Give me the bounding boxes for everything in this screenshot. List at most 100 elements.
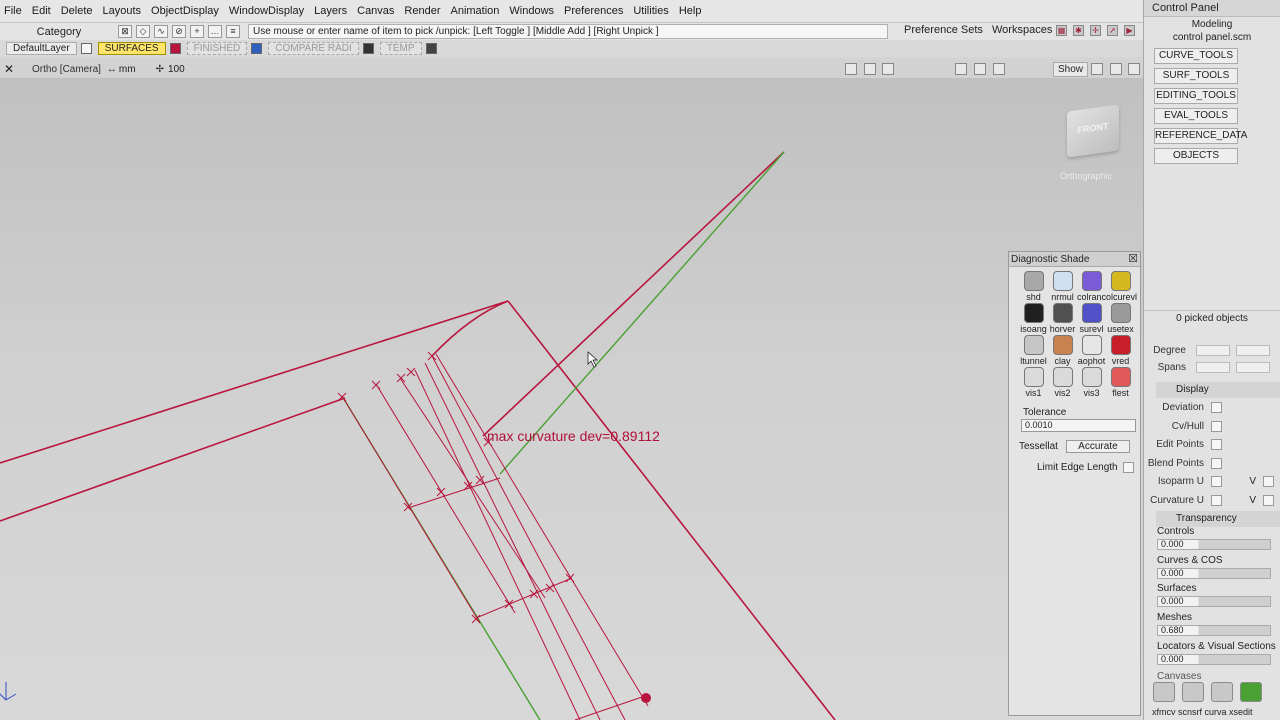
degree-field-v[interactable] [1236, 345, 1270, 356]
flest-shader-icon[interactable] [1110, 367, 1131, 387]
display-checkbox-v[interactable] [1263, 494, 1274, 506]
shader-nrmul[interactable]: nrmul [1048, 271, 1077, 303]
camera-icon[interactable] [845, 63, 857, 75]
shd-shader-icon[interactable] [1023, 271, 1044, 291]
transparency-slider[interactable]: 0.000 [1157, 596, 1271, 608]
transparency-section[interactable]: Transparency [1156, 511, 1280, 527]
workspaces-button[interactable]: Workspaces [992, 24, 1052, 36]
shelf-surf-tools[interactable]: SURF_TOOLS [1154, 68, 1238, 84]
menu-windowdisplay[interactable]: WindowDisplay [229, 5, 304, 17]
menu-windows[interactable]: Windows [509, 5, 554, 17]
menu-help[interactable]: Help [679, 5, 702, 17]
layer-finished[interactable]: FINISHED [186, 42, 248, 55]
xsedit-icon[interactable] [1240, 682, 1262, 702]
shader-vis3[interactable]: vis3 [1077, 367, 1106, 399]
shader-olcurevl[interactable]: olcurevl [1106, 271, 1137, 303]
nrmul-shader-icon[interactable] [1052, 271, 1073, 291]
vis2-shader-icon[interactable] [1052, 367, 1073, 387]
shader-horver[interactable]: horver [1048, 303, 1077, 335]
tip-curve[interactable] [431, 300, 509, 357]
shader-usetex[interactable]: usetex [1106, 303, 1135, 335]
tessellator-dropdown[interactable]: Accurate [1065, 440, 1130, 453]
shelf-editing-tools[interactable]: EDITING_TOOLS [1154, 88, 1238, 104]
diagonal-curve[interactable] [482, 151, 785, 437]
shader-vred[interactable]: vred [1106, 335, 1135, 367]
pick-object-icon[interactable]: ◇ [136, 25, 150, 38]
layer-surfaces[interactable]: SURFACES [97, 42, 166, 55]
pin-icon[interactable]: ➚ [1107, 25, 1118, 36]
layer-default[interactable]: DefaultLayer [6, 42, 77, 55]
menu-render[interactable]: Render [404, 5, 440, 17]
shader-aophot[interactable]: aophot [1077, 335, 1106, 367]
shader-vis1[interactable]: vis1 [1019, 367, 1048, 399]
colranc-shader-icon[interactable] [1081, 271, 1102, 291]
green-curve-upper[interactable] [499, 151, 785, 475]
tolerance-field[interactable]: 0.0010 [1021, 419, 1136, 432]
curve-canvas[interactable] [0, 78, 1143, 720]
aophot-shader-icon[interactable] [1081, 335, 1102, 355]
viewport[interactable]: FRONT Orthographic max curvature dev=0.8… [0, 78, 1143, 720]
menu-layouts[interactable]: Layouts [103, 5, 142, 17]
layer-temp[interactable]: TEMP [379, 42, 422, 55]
close-icon[interactable]: ✕ [4, 62, 14, 76]
shader-ltunnel[interactable]: ltunnel [1019, 335, 1048, 367]
shelf-curve-tools[interactable]: CURVE_TOOLS [1154, 48, 1238, 64]
move-icon[interactable] [993, 63, 1005, 75]
degree-field[interactable] [1196, 345, 1230, 356]
prompt-line[interactable]: Use mouse or enter name of item to pick … [248, 24, 888, 39]
curva-icon[interactable] [1211, 682, 1233, 702]
menu-utilities[interactable]: Utilities [633, 5, 668, 17]
layer-finished-swatch[interactable] [251, 43, 263, 54]
display-checkbox[interactable] [1211, 439, 1222, 450]
close-icon[interactable]: ☒ [1128, 253, 1138, 265]
display-section[interactable]: Display [1156, 382, 1280, 398]
ltunnel-shader-icon[interactable] [1023, 335, 1044, 355]
view-cube[interactable]: FRONT [1067, 104, 1119, 158]
surevl-shader-icon[interactable] [1081, 303, 1102, 323]
shader-surevl[interactable]: surevl [1077, 303, 1106, 335]
layer-default-swatch[interactable] [80, 43, 92, 54]
shelf-reference-data[interactable]: REFERENCE_DATA [1154, 128, 1247, 144]
viewport-title[interactable]: Ortho [Camera] [32, 64, 101, 75]
layer-compare[interactable]: COMPARE RADI [268, 42, 359, 55]
menu-file[interactable]: File [4, 5, 22, 17]
display-checkbox[interactable] [1211, 402, 1222, 413]
category-dropdown[interactable]: Category [0, 26, 118, 38]
transparency-slider[interactable]: 0.000 [1157, 539, 1271, 550]
maximize-icon[interactable] [1128, 63, 1140, 75]
layout-icon[interactable] [1091, 63, 1103, 75]
preference-sets-button[interactable]: Preference Sets [904, 24, 983, 36]
display-checkbox-v[interactable] [1263, 476, 1274, 487]
pick-cv-icon[interactable]: ⊘ [172, 25, 186, 38]
shader-clay[interactable]: clay [1048, 335, 1077, 367]
menu-delete[interactable]: Delete [61, 5, 93, 17]
layer-surfaces-swatch[interactable] [169, 43, 181, 54]
shelf-objects[interactable]: OBJECTS [1154, 148, 1238, 164]
frame-icon[interactable] [864, 63, 876, 75]
look-icon[interactable] [974, 63, 986, 75]
mode-dropdown[interactable]: Modeling [1144, 18, 1280, 31]
layer-temp-swatch[interactable] [425, 43, 437, 54]
transparency-slider[interactable]: 0.000 [1157, 567, 1271, 579]
magnify-icon[interactable] [882, 63, 894, 75]
menu-layers[interactable]: Layers [314, 5, 347, 17]
grid-icon[interactable]: ▦ [1056, 25, 1067, 36]
pick-more-icon[interactable]: … [208, 25, 222, 38]
limit-edge-checkbox[interactable] [1122, 462, 1134, 473]
clay-shader-icon[interactable] [1052, 335, 1073, 355]
xfmcv-icon[interactable] [1153, 682, 1175, 702]
transparency-slider[interactable]: 0.680 [1157, 625, 1271, 637]
vred-shader-icon[interactable] [1110, 335, 1131, 355]
view-icon[interactable] [955, 63, 967, 75]
shader-colranc[interactable]: colranc [1077, 271, 1106, 303]
display-checkbox[interactable] [1211, 420, 1222, 432]
menu-objectdisplay[interactable]: ObjectDisplay [151, 5, 219, 17]
control-panel-file[interactable]: control panel.scm [1144, 31, 1280, 44]
display-checkbox[interactable] [1211, 494, 1222, 506]
edge-curve[interactable] [0, 300, 509, 464]
menu-edit[interactable]: Edit [32, 5, 51, 17]
layout-3-icon[interactable] [1110, 63, 1122, 75]
scnsrf-icon[interactable] [1182, 682, 1204, 702]
usetex-shader-icon[interactable] [1110, 303, 1131, 323]
edge-curve-lower[interactable] [0, 397, 346, 522]
